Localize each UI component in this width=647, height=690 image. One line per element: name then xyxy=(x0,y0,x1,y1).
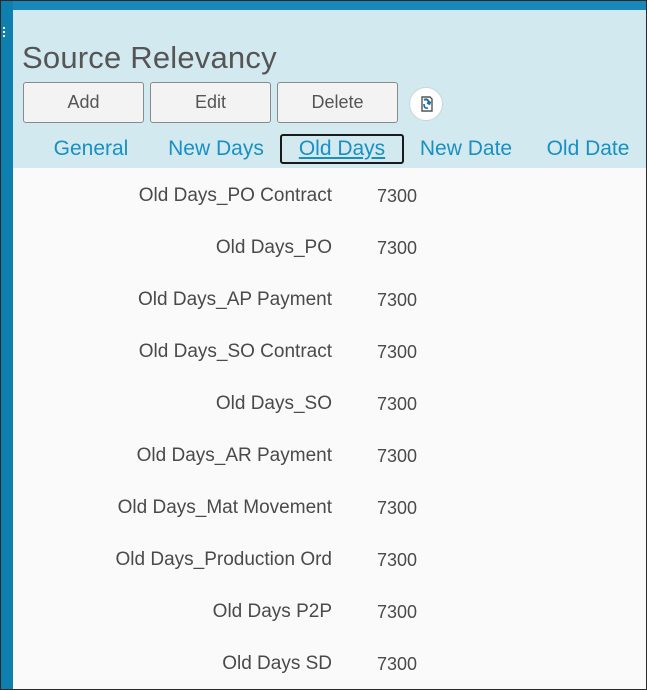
panel-header: Source Relevancy Add Edit Delete General… xyxy=(13,10,646,168)
list-item: Old Days_SO Contract 7300 xyxy=(13,338,646,368)
field-label: Old Days_PO xyxy=(215,237,332,258)
list-item: Old Days P2P 7300 xyxy=(13,598,646,628)
field-value: 7300 xyxy=(377,186,418,206)
tab-bar: General New Days Old Days New Date Old D… xyxy=(13,133,646,165)
field-value: 7300 xyxy=(377,602,418,622)
field-label: Old Days_AR Payment xyxy=(136,445,332,466)
delete-button[interactable]: Delete xyxy=(277,82,398,123)
field-value: 7300 xyxy=(377,654,418,674)
field-label: Old Days_SO Contract xyxy=(138,341,332,362)
list-item: Old Days_Production Ord 7300 xyxy=(13,546,646,576)
grip-handle-icon[interactable] xyxy=(3,27,7,37)
add-button[interactable]: Add xyxy=(23,82,144,123)
field-value: 7300 xyxy=(377,290,418,310)
list-item: Old Days_PO Contract 7300 xyxy=(13,182,646,212)
field-value: 7300 xyxy=(377,446,418,466)
refresh-button[interactable] xyxy=(409,87,443,121)
field-label: Old Days P2P xyxy=(212,601,332,622)
tab-old-date[interactable]: Old Date xyxy=(540,133,636,165)
field-value: 7300 xyxy=(377,238,418,258)
field-value: 7300 xyxy=(377,394,418,414)
field-value: 7300 xyxy=(377,498,418,518)
field-label: Old Days_AP Payment xyxy=(138,289,332,310)
field-label: Old Days_Production Ord xyxy=(115,549,333,570)
field-label: Old Days SD xyxy=(222,653,332,674)
left-sidebar-strip xyxy=(1,1,13,689)
list-item: Old Days_SO 7300 xyxy=(13,390,646,420)
field-label: Old Days_Mat Movement xyxy=(117,497,332,518)
list-item: Old Days_AR Payment 7300 xyxy=(13,442,646,472)
field-value: 7300 xyxy=(377,342,418,362)
main-panel: Source Relevancy Add Edit Delete General… xyxy=(13,10,646,689)
list-item: Old Days_AP Payment 7300 xyxy=(13,286,646,316)
edit-button[interactable]: Edit xyxy=(150,82,271,123)
refresh-icon xyxy=(421,96,433,112)
page-title: Source Relevancy xyxy=(22,40,277,75)
tab-new-date[interactable]: New Date xyxy=(413,133,519,165)
tab-old-days[interactable]: Old Days xyxy=(280,134,404,164)
field-label: Old Days_SO xyxy=(215,393,332,414)
list-item: Old Days_Mat Movement 7300 xyxy=(13,494,646,524)
field-label: Old Days_PO Contract xyxy=(138,185,332,206)
tab-general[interactable]: General xyxy=(43,133,139,165)
tab-new-days[interactable]: New Days xyxy=(161,133,271,165)
list-item: Old Days_PO 7300 xyxy=(13,234,646,264)
list-item: Old Days SD 7300 xyxy=(13,650,646,680)
field-value: 7300 xyxy=(377,550,418,570)
